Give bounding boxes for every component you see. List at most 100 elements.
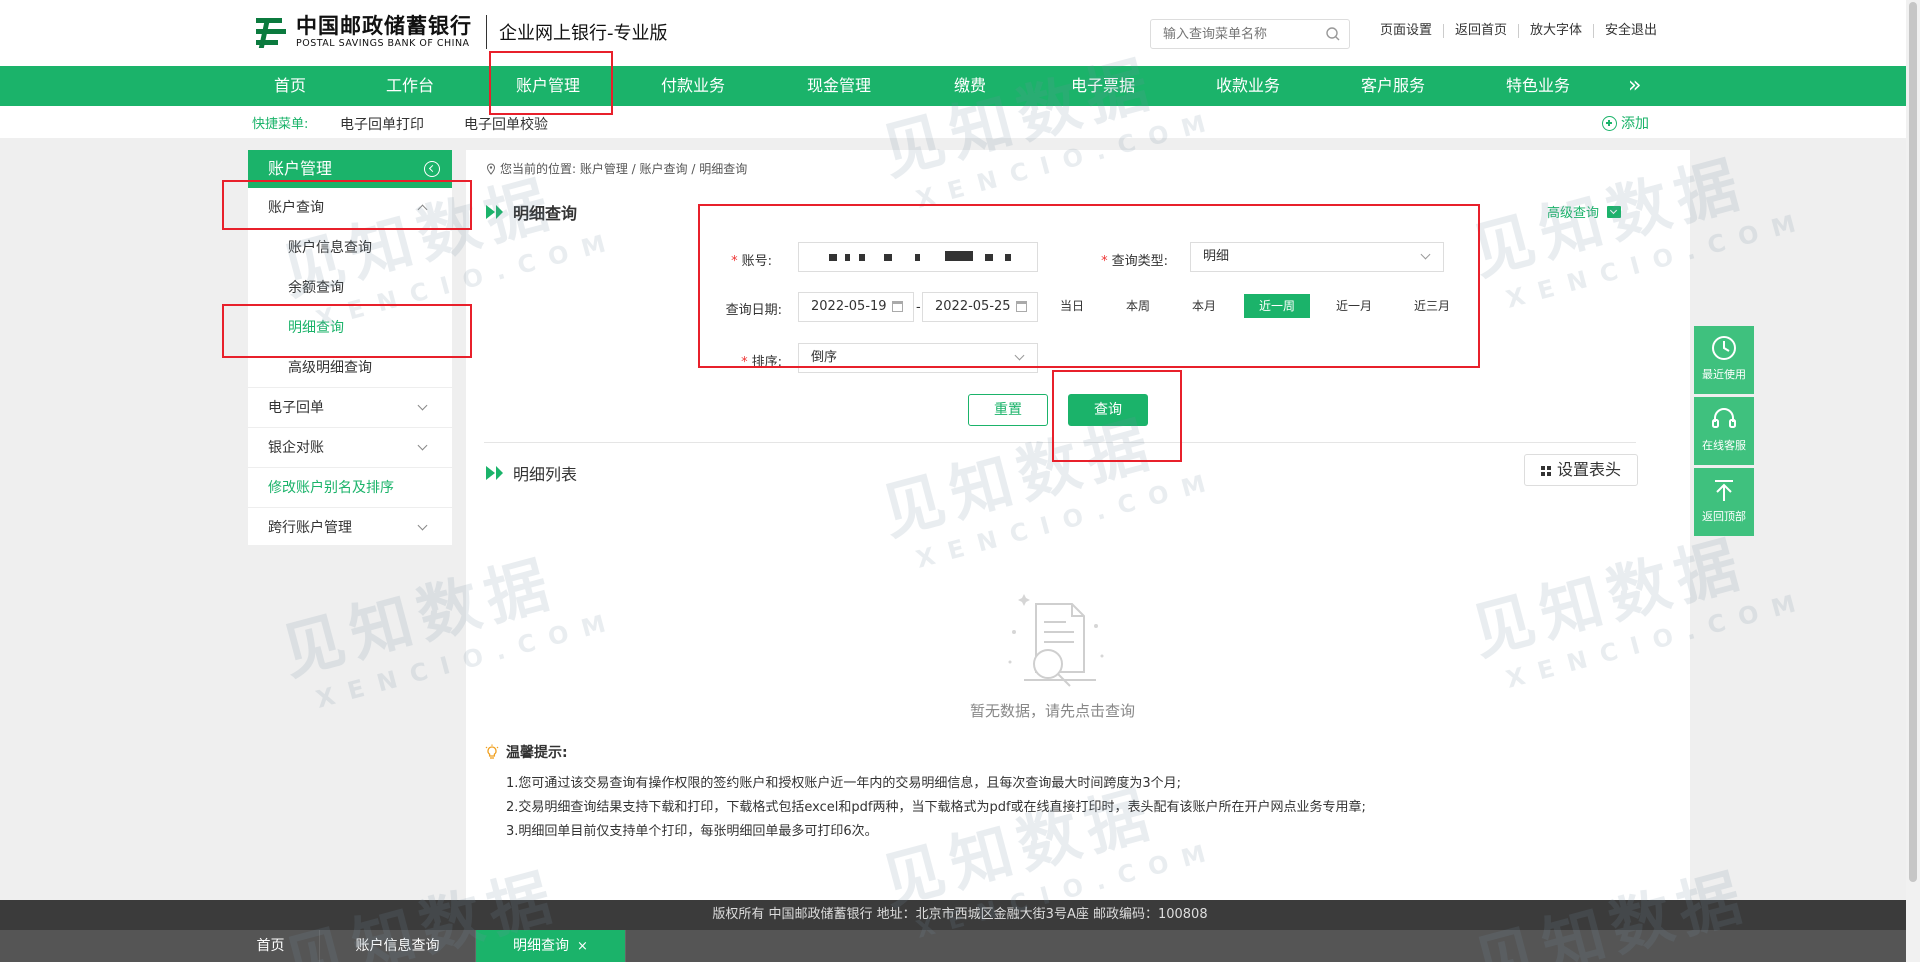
- tab-account-info[interactable]: 账户信息查询: [320, 930, 476, 962]
- query-type-label: * 查询类型:: [1101, 254, 1168, 269]
- sidebar-header: 账户管理: [248, 150, 452, 188]
- tab-label: 明细查询: [513, 938, 570, 954]
- portal-subtitle: 企业网上银行-专业版: [499, 23, 668, 44]
- recent-use-button[interactable]: 最近使用: [1694, 326, 1754, 394]
- query-type-select[interactable]: 明细: [1190, 242, 1444, 272]
- advanced-query-label: 高级查询: [1547, 206, 1600, 221]
- nav-customer-service[interactable]: 客户服务: [1353, 66, 1433, 106]
- breadcrumb-text: 您当前的位置: 账户管理 / 账户查询 / 明细查询: [500, 162, 748, 176]
- headset-icon: [1712, 408, 1736, 428]
- psbc-logo-icon: [252, 14, 288, 50]
- arrow-up-icon: [1715, 480, 1733, 501]
- advanced-query-toggle[interactable]: 高级查询: [1547, 202, 1622, 221]
- collapse-sidebar-icon[interactable]: [424, 161, 440, 177]
- quick-add-label: 添加: [1621, 116, 1649, 132]
- tab-home[interactable]: 首页: [222, 930, 320, 962]
- sidebar-item-label: 修改账户别名及排序: [268, 480, 394, 496]
- sidebar-item-reconciliation[interactable]: 银企对账: [248, 428, 452, 468]
- date-from-value: 2022-05-19: [811, 299, 887, 314]
- set-table-header-label: 设置表头: [1557, 460, 1622, 479]
- chevron-down-icon: [417, 400, 428, 411]
- nav-more-icon[interactable]: »: [1628, 66, 1641, 106]
- sidebar-item-cross-bank[interactable]: 跨行账户管理: [248, 508, 452, 548]
- reset-button[interactable]: 重置: [968, 394, 1048, 426]
- date-to-input[interactable]: 2022-05-25: [922, 292, 1038, 322]
- range-this-month-button[interactable]: 本月: [1174, 294, 1234, 318]
- nav-payment[interactable]: 付款业务: [653, 66, 733, 106]
- query-button[interactable]: 查询: [1068, 394, 1148, 426]
- sort-value: 倒序: [811, 350, 838, 365]
- section-arrow-icon: [486, 205, 495, 219]
- date-to-value: 2022-05-25: [935, 299, 1011, 314]
- nav-special-business[interactable]: 特色业务: [1498, 66, 1578, 106]
- range-last-3-months-button[interactable]: 近三月: [1400, 294, 1464, 318]
- quick-item-e-receipt-print[interactable]: 电子回单打印: [340, 114, 424, 134]
- nav-e-bills[interactable]: 电子票据: [1063, 66, 1143, 106]
- tip-line: 2.交易明细查询结果支持下载和打印，下载格式包括excel和pdf两种，当下载格…: [506, 800, 1366, 815]
- scrollbar-thumb[interactable]: [1909, 2, 1917, 882]
- nav-home[interactable]: 首页: [260, 66, 320, 106]
- recent-use-label: 最近使用: [1702, 368, 1746, 381]
- vertical-scrollbar[interactable]: [1906, 0, 1920, 962]
- sidebar-title: 账户管理: [268, 159, 333, 178]
- top-links: 页面设置 返回首页 放大字体 安全退出: [1378, 24, 1668, 38]
- quick-menu-label: 快捷菜单:: [252, 117, 309, 132]
- sidebar-sub-account-info[interactable]: 账户信息查询: [248, 228, 452, 268]
- range-today-button[interactable]: 当日: [1042, 294, 1102, 318]
- sidebar-item-label: 跨行账户管理: [268, 520, 352, 536]
- date-from-input[interactable]: 2022-05-19: [798, 292, 914, 322]
- calendar-icon: [892, 301, 903, 312]
- range-this-week-button[interactable]: 本周: [1108, 294, 1168, 318]
- search-icon[interactable]: [1325, 26, 1341, 42]
- section-divider: [484, 442, 1636, 443]
- tab-detail-query[interactable]: 明细查询 ×: [476, 930, 626, 962]
- chevron-down-icon: [1420, 249, 1431, 260]
- back-to-top-button[interactable]: 返回顶部: [1694, 468, 1754, 536]
- page-settings-link[interactable]: 页面设置: [1378, 24, 1443, 38]
- nav-account-management[interactable]: 账户管理: [508, 66, 588, 106]
- account-select[interactable]: [798, 242, 1038, 272]
- bank-logo[interactable]: 中国邮政储蓄银行 POSTAL SAVINGS BANK OF CHINA 企业…: [252, 14, 668, 50]
- nav-workbench[interactable]: 工作台: [380, 66, 440, 106]
- logout-link[interactable]: 安全退出: [1593, 24, 1668, 38]
- section-title-text: 明细列表: [513, 465, 578, 484]
- sidebar-sub-advanced-detail[interactable]: 高级明细查询: [248, 348, 452, 388]
- menu-search-input[interactable]: [1151, 20, 1316, 48]
- range-last-month-button[interactable]: 近一月: [1322, 294, 1386, 318]
- set-table-header-button[interactable]: 设置表头: [1524, 454, 1638, 486]
- logo-divider: [486, 15, 487, 49]
- sidebar-sub-balance[interactable]: 余额查询: [248, 268, 452, 308]
- quick-item-e-receipt-verify[interactable]: 电子回单校验: [464, 114, 548, 134]
- enlarge-font-link[interactable]: 放大字体: [1518, 24, 1593, 38]
- sidebar-item-e-receipt[interactable]: 电子回单: [248, 388, 452, 428]
- nav-collection[interactable]: 收款业务: [1208, 66, 1288, 106]
- plus-circle-icon: [1602, 115, 1617, 131]
- grid-icon: [1541, 466, 1551, 476]
- chevron-down-icon: [417, 520, 428, 531]
- sort-select[interactable]: 倒序: [798, 343, 1038, 373]
- nav-cash-management[interactable]: 现金管理: [799, 66, 879, 106]
- online-service-label: 在线客服: [1702, 439, 1746, 452]
- sort-label: * 排序:: [741, 355, 782, 370]
- quick-add-button[interactable]: 添加: [1602, 113, 1649, 133]
- calendar-icon: [1016, 301, 1027, 312]
- chevron-up-icon: [417, 204, 428, 215]
- detail-list-title: 明细列表: [486, 461, 577, 485]
- chevron-down-icon: [417, 440, 428, 451]
- range-last-week-button[interactable]: 近一周: [1244, 294, 1310, 318]
- sidebar-item-account-query[interactable]: 账户查询: [248, 188, 452, 228]
- back-home-link[interactable]: 返回首页: [1443, 24, 1518, 38]
- tips-title: 温馨提示:: [484, 742, 568, 762]
- detail-query-title: 明细查询: [486, 200, 577, 224]
- section-arrow-icon: [496, 466, 503, 480]
- bank-name-cn: 中国邮政储蓄银行: [296, 14, 472, 38]
- section-title-text: 明细查询: [513, 204, 578, 223]
- sidebar-sub-detail-query[interactable]: 明细查询: [248, 308, 452, 348]
- empty-search-icon: [1008, 594, 1104, 687]
- close-tab-icon[interactable]: ×: [577, 939, 588, 954]
- sidebar-item-edit-alias[interactable]: 修改账户别名及排序: [248, 468, 452, 508]
- online-service-button[interactable]: 在线客服: [1694, 397, 1754, 465]
- nav-fees[interactable]: 缴费: [950, 66, 990, 106]
- main-nav: 首页 工作台 账户管理 付款业务 现金管理 缴费 电子票据 收款业务 客户服务 …: [0, 66, 1920, 106]
- empty-state-text: 暂无数据，请先点击查询: [970, 702, 1136, 720]
